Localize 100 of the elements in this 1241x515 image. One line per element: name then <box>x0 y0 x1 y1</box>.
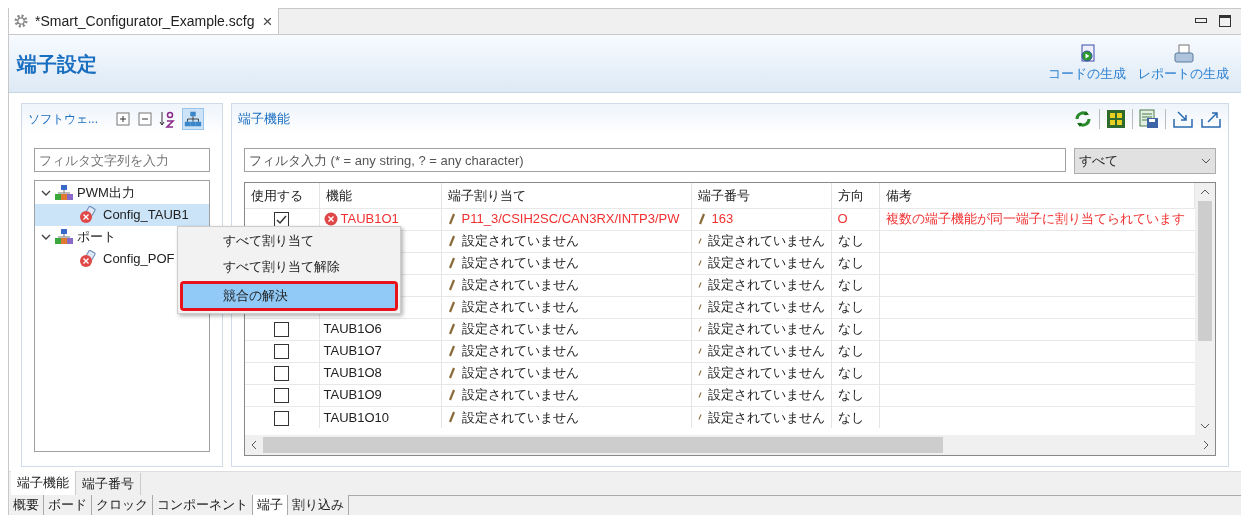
table-cell: O <box>831 208 879 230</box>
pencil-icon <box>697 257 702 269</box>
editor-tab-title: *Smart_Configurator_Example.scfg <box>35 11 255 31</box>
checkbox[interactable] <box>274 322 290 338</box>
pencil-icon <box>697 235 702 247</box>
table-cell-text: 設定されていません <box>707 232 825 251</box>
panel-title: 端子機能 <box>238 110 290 129</box>
tree-item[interactable]: Config_TAUB1 <box>35 204 209 226</box>
table-cell-text: 設定されていません <box>707 276 825 295</box>
table-cell-text: 設定されていません <box>707 320 825 339</box>
pencil-icon <box>697 345 702 357</box>
table-cell-text: 設定されていません <box>461 386 579 405</box>
table-cell-text: 設定されていません <box>707 298 825 317</box>
pencil-icon <box>697 279 702 291</box>
save-icon[interactable] <box>1139 109 1159 129</box>
toolbar-button[interactable]: レポートの生成 <box>1138 44 1229 83</box>
table-cell-text: TAUB1O9 <box>323 386 382 405</box>
pencil-icon <box>447 323 456 335</box>
menu-item[interactable]: 競合の解決 <box>183 284 395 308</box>
scrollbar-thumb[interactable] <box>263 437 943 453</box>
import-icon[interactable] <box>1172 109 1194 129</box>
maximize-icon[interactable] <box>1219 15 1231 27</box>
table-cell-text: 設定されていません <box>707 364 825 383</box>
page-tab[interactable]: 概要 <box>9 495 44 515</box>
pencil-icon <box>447 411 456 424</box>
pencil-icon <box>447 389 456 401</box>
pencil-icon <box>447 367 456 379</box>
table-cell-text: TAUB1O1 <box>340 210 399 229</box>
filter-field[interactable]: フィルタ文字列を入力 <box>34 148 210 172</box>
scrollbar-thumb[interactable] <box>1198 201 1212 341</box>
page-tab[interactable]: ボード <box>44 495 92 515</box>
chevron-down-icon <box>1201 158 1211 164</box>
close-button[interactable]: × <box>260 12 275 30</box>
table-cell: なし <box>831 384 879 406</box>
table-cell-text: 設定されていません <box>461 320 579 339</box>
table-cell-text: 設定されていません <box>707 386 825 405</box>
table-cell-text: 設定されていません <box>461 408 579 427</box>
tree-item[interactable]: PWM出力 <box>35 182 209 204</box>
page-title: 端子設定 <box>17 51 97 77</box>
export-icon[interactable] <box>1200 109 1222 129</box>
table-cell-text: 設定されていません <box>707 342 825 361</box>
table-cell-text: 設定されていません <box>707 408 825 427</box>
column-header[interactable]: 使用する <box>245 183 319 208</box>
panel-title: ソフトウェ... <box>28 111 98 128</box>
vertical-scrollbar[interactable] <box>1195 183 1215 435</box>
toolbar-button[interactable]: コードの生成 <box>1048 44 1126 83</box>
checkbox[interactable] <box>274 344 290 360</box>
collapse-all-icon[interactable] <box>136 110 154 128</box>
table-cell-text: 設定されていません <box>707 254 825 273</box>
table-cell: なし <box>831 340 879 362</box>
filter-field[interactable]: フィルタ入力 (* = any string, ? = any character) <box>244 148 1066 172</box>
pencil-icon <box>697 301 702 313</box>
column-header[interactable]: 端子割り当て <box>441 183 691 208</box>
sort-icon[interactable] <box>158 109 178 129</box>
table-cell: なし <box>831 230 879 252</box>
checkbox[interactable] <box>274 388 290 404</box>
gear-icon <box>13 13 29 29</box>
pencil-icon <box>447 213 456 225</box>
table-cell: なし <box>831 318 879 340</box>
column-header[interactable]: 端子番号 <box>691 183 831 208</box>
table-cell-text: 設定されていません <box>461 364 579 383</box>
refresh-icon[interactable] <box>1073 109 1093 129</box>
table-cell-text: 設定されていません <box>461 276 579 295</box>
table-cell: なし <box>831 296 879 318</box>
pencil-icon <box>447 235 456 247</box>
table-cell-text: 設定されていません <box>461 298 579 317</box>
column-header[interactable]: 機能 <box>319 183 441 208</box>
pencil-icon <box>447 279 456 291</box>
grid-icon[interactable] <box>1106 109 1126 129</box>
editor-tab[interactable]: *Smart_Configurator_Example.scfg × <box>9 8 280 34</box>
table-cell-text: 163 <box>711 210 734 229</box>
pencil-icon <box>697 213 706 225</box>
expand-all-icon[interactable] <box>114 110 132 128</box>
page-tab[interactable]: 割り込み <box>288 495 349 515</box>
chevron-down-icon[interactable] <box>41 188 51 198</box>
minimize-icon[interactable] <box>1195 18 1207 24</box>
page-tab[interactable]: 端子 <box>253 495 288 515</box>
pencil-icon <box>697 323 702 335</box>
table-cell: 複数の端子機能が同一端子に割り当てられています <box>879 208 1195 230</box>
table-cell-text: 設定されていません <box>461 232 579 251</box>
page-tab[interactable]: コンポーネント <box>153 495 253 515</box>
column-header[interactable]: 備考 <box>879 183 1195 208</box>
view-tab[interactable]: 端子機能 <box>11 471 76 495</box>
pencil-icon <box>697 389 702 401</box>
table-cell-text: TAUB1O8 <box>323 364 382 383</box>
chevron-down-icon[interactable] <box>41 232 51 242</box>
hierarchy-icon[interactable] <box>182 108 204 130</box>
table-cell: なし <box>831 406 879 428</box>
pencil-icon <box>447 257 456 269</box>
pencil-icon <box>447 301 456 313</box>
pencil-icon <box>697 367 702 379</box>
page-tab[interactable]: クロック <box>92 495 153 515</box>
checkbox[interactable] <box>274 366 290 382</box>
scope-dropdown[interactable]: すべて <box>1074 148 1216 174</box>
checkbox[interactable] <box>274 410 290 426</box>
table-cell: なし <box>831 252 879 274</box>
column-header[interactable]: 方向 <box>831 183 879 208</box>
table-cell-text: TAUB1O10 <box>323 408 389 427</box>
horizontal-scrollbar[interactable] <box>245 435 1215 455</box>
table-cell: なし <box>831 274 879 296</box>
